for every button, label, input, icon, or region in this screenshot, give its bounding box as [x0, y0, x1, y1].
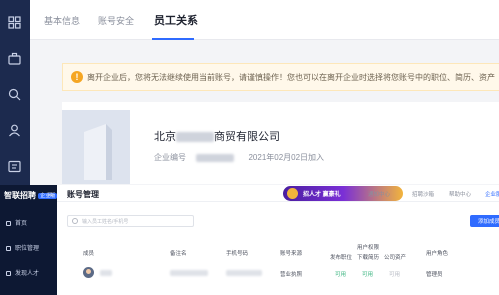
page-title: 账号管理	[67, 190, 99, 199]
top-tab-bar: 基本信息 账号安全 员工关系	[30, 0, 499, 40]
search-icon	[72, 218, 78, 224]
enterprise-service-link[interactable]: 企业服务	[485, 190, 499, 198]
lower-header: 账号管理 招人才 赢豪礼 通知中心 招聘沙箱 帮助中心 企业服务	[57, 185, 499, 202]
notification-link[interactable]: 通知中心	[368, 190, 390, 198]
add-member-button[interactable]: 添加成员	[470, 215, 499, 227]
row-perm-post: 可用	[335, 272, 347, 278]
col-post-job: 发布职位	[330, 255, 353, 261]
row-perm-assets: 可用	[389, 272, 401, 278]
avatar	[83, 267, 94, 278]
row-role: 管理员	[426, 272, 443, 278]
company-logo	[62, 110, 130, 184]
col-phone: 手机号码	[226, 251, 249, 257]
briefcase-icon[interactable]	[8, 52, 21, 65]
help-link[interactable]: 帮助中心	[449, 190, 471, 198]
nav-job-management[interactable]: 职位管理	[6, 243, 39, 252]
member-search-input[interactable]: 输入员工姓名/手机号	[67, 215, 194, 227]
grid-icon[interactable]	[8, 16, 21, 29]
company-name: 北京 商贸有限公司	[154, 131, 280, 143]
col-company-assets: 公司资产	[384, 255, 407, 261]
nav-home[interactable]: 首页	[6, 218, 27, 227]
nav-discover-talent[interactable]: 发现人才	[6, 268, 39, 277]
col-role: 用户角色	[426, 251, 449, 257]
col-remark: 备注名	[170, 251, 187, 257]
tab-basic-info[interactable]: 基本信息	[44, 14, 80, 27]
company-id-label: 企业编号	[154, 153, 186, 162]
redacted-phone	[226, 270, 262, 276]
redacted-member-name	[100, 270, 112, 276]
redacted-company-id	[196, 153, 235, 162]
tab-employee-relations[interactable]: 员工关系	[154, 12, 198, 28]
col-source: 账号来源	[280, 251, 303, 257]
redacted-name	[176, 132, 214, 143]
search-icon[interactable]	[8, 88, 21, 101]
menu-icon[interactable]: ≡	[48, 190, 53, 199]
gift-icon	[287, 188, 298, 199]
company-meta: 企业编号 2021年02月02日加入	[154, 152, 324, 163]
building-icon	[84, 124, 112, 180]
col-download-resume: 下载简历	[357, 255, 380, 261]
job-icon	[6, 246, 11, 251]
company-card: 北京 商贸有限公司 企业编号 2021年02月02日加入	[62, 102, 499, 184]
sidebar	[0, 0, 30, 185]
warning-alert: ! 离开企业后，您将无法继续使用当前账号，请谨慎操作！您也可以在离开企业时选择将…	[62, 63, 499, 91]
col-member: 成员	[83, 251, 95, 257]
user-icon[interactable]	[8, 124, 21, 137]
sandbox-link[interactable]: 招聘沙箱	[412, 190, 434, 198]
talent-icon	[6, 271, 11, 276]
row-source: 营业执照	[280, 272, 303, 278]
col-permissions: 用户权限	[357, 245, 380, 251]
warning-text: 离开企业后，您将无法继续使用当前账号，请谨慎操作！您也可以在离开企业时选择将您账…	[87, 73, 495, 82]
active-tab-indicator	[152, 38, 194, 40]
join-date: 2021年02月02日加入	[248, 153, 325, 162]
redacted-remark	[170, 270, 208, 276]
warning-icon: !	[71, 71, 83, 83]
tab-account-security[interactable]: 账号安全	[98, 14, 134, 27]
home-icon	[6, 221, 11, 226]
lower-sidebar: 智联招聘 企业版 ≡ 首页 职位管理 发现人才	[0, 185, 58, 295]
account-management-panel: 智联招聘 企业版 ≡ 首页 职位管理 发现人才 账号管理 招人才 赢豪礼 通知中…	[0, 185, 499, 295]
row-perm-download: 可用	[362, 272, 374, 278]
message-icon[interactable]	[8, 160, 21, 173]
